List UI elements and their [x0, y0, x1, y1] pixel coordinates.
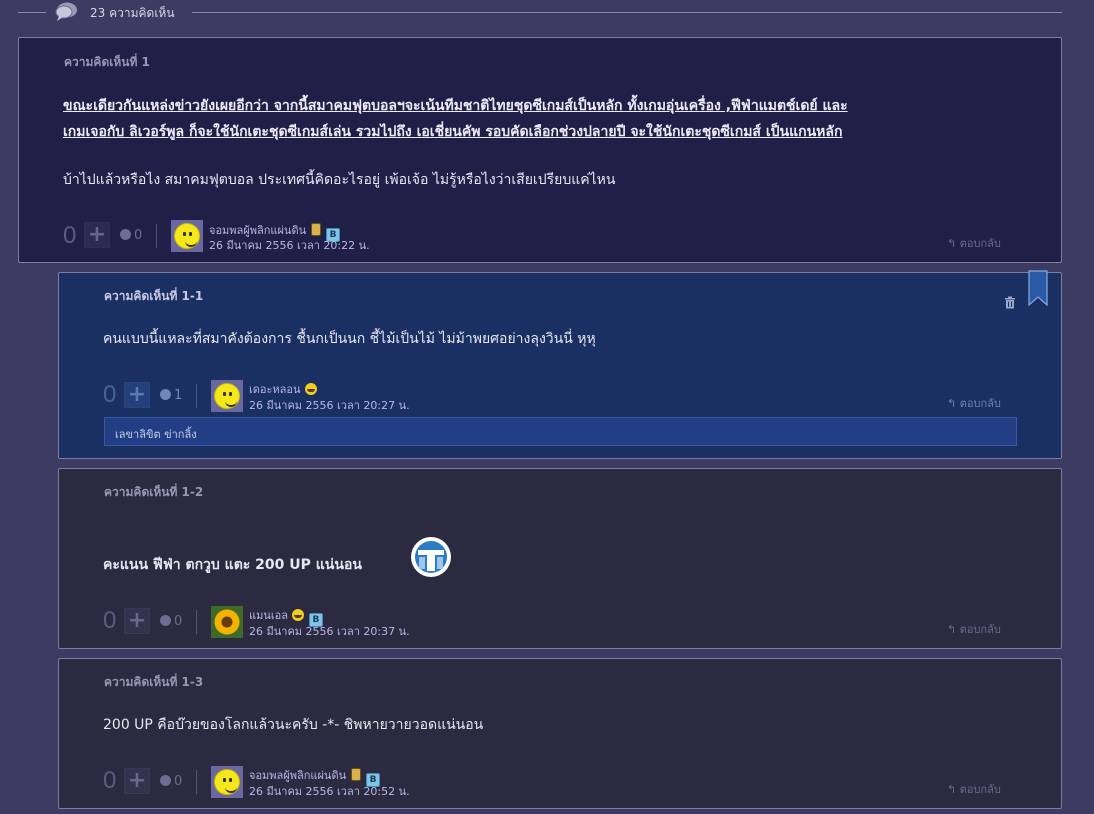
- emotion-face-icon: [160, 775, 171, 786]
- comment-text: บ้าไปแล้วหรือไง สมาคมฟุตบอล ประเทศนี้คิด…: [63, 172, 616, 188]
- plus-vote-button[interactable]: +: [124, 382, 150, 408]
- emotion-vote-button[interactable]: 1: [160, 388, 182, 403]
- reply-card: ความคิดเห็นที่ 1-1 คนแบบนี้แหละที่สมาคัง…: [58, 272, 1062, 459]
- plus-vote-button[interactable]: +: [124, 768, 150, 794]
- user-name-link[interactable]: จอมพลผู้พลิกแผ่นดิน: [249, 769, 346, 782]
- emotion-vote-button[interactable]: 0: [120, 228, 142, 243]
- emotion-vote-count: 0: [174, 774, 183, 789]
- emotion-vote-button[interactable]: 0: [160, 774, 182, 789]
- comment-date: 26 มีนาคม 2556 เวลา 20:37 น.: [249, 625, 410, 638]
- avatar[interactable]: [211, 766, 243, 798]
- comment-date: 26 มีนาคม 2556 เวลา 20:52 น.: [249, 785, 410, 798]
- comment-card: ความคิดเห็นที่ 1 ขณะเดียวกันแหล่งข่าวยัง…: [18, 37, 1062, 263]
- reply-icon: ↰: [947, 783, 957, 796]
- comment-label: ความคิดเห็นที่ 1: [64, 55, 150, 69]
- reply-button[interactable]: ↰ ตอบกลับ: [947, 394, 1001, 412]
- comment-quote-line: เกมเจอกับ ลิเวอร์พูล ก็จะใช้นักเตะชุดซีเ…: [63, 124, 843, 140]
- comment-count: 23 ความคิดเห็น: [90, 6, 175, 20]
- laughing-emoji-icon: [304, 383, 317, 395]
- reply-card: ความคิดเห็นที่ 1-3 200 UP คือบ๊วยของโลกแ…: [58, 658, 1062, 809]
- reply-label: ตอบกลับ: [959, 397, 1001, 410]
- vote-divider: [196, 770, 197, 794]
- phone-badge-icon: [311, 223, 322, 236]
- comment-text: 200 UP คือบ๊วยของโลกแล้วนะครับ -*- ชิพหา…: [103, 717, 484, 733]
- comment-date: 26 มีนาคม 2556 เวลา 20:27 น.: [249, 399, 410, 412]
- vote-divider: [196, 610, 197, 634]
- vote-count: 0: [63, 222, 77, 249]
- user-name-link[interactable]: เดอะหลอน: [249, 383, 301, 396]
- emotion-vote-count: 1: [174, 388, 183, 403]
- comment-label: ความคิดเห็นที่ 1-2: [104, 485, 204, 499]
- comments-header: 23 ความคิดเห็น: [0, 0, 1094, 26]
- emotion-vote-count: 0: [174, 614, 183, 629]
- trash-icon[interactable]: [1004, 296, 1016, 309]
- phone-badge-icon: [351, 768, 362, 781]
- reply-icon: ↰: [947, 397, 957, 410]
- sub-reply-text: เลขาลิขิต ข่ากลิ้ง: [115, 428, 197, 441]
- reply-label: ตอบกลับ: [959, 623, 1001, 636]
- reply-icon: ↰: [947, 623, 957, 636]
- plus-vote-button[interactable]: +: [84, 222, 110, 248]
- reply-icon: ↰: [947, 237, 957, 250]
- header-divider-right: [192, 12, 1062, 13]
- bookmark-icon[interactable]: [1028, 270, 1048, 306]
- comment-label: ความคิดเห็นที่ 1-1: [104, 289, 204, 303]
- vote-count: 0: [103, 607, 117, 634]
- comment-text: คะแนน ฟีฟ่า ตกวูบ แตะ 200 UP แน่นอน: [103, 557, 362, 573]
- reply-card: ความคิดเห็นที่ 1-2 คะแนน ฟีฟ่า ตกวูบ แตะ…: [58, 468, 1062, 649]
- reply-label: ตอบกลับ: [959, 237, 1001, 250]
- emotion-face-icon: [120, 229, 131, 240]
- plus-vote-button[interactable]: +: [124, 608, 150, 634]
- reply-label: ตอบกลับ: [959, 783, 1001, 796]
- circle-logo-icon: [411, 537, 451, 577]
- emotion-face-icon: [160, 389, 171, 400]
- sub-reply-box[interactable]: เลขาลิขิต ข่ากลิ้ง: [104, 417, 1017, 446]
- sunflower-icon: [213, 608, 241, 636]
- comment-date: 26 มีนาคม 2556 เวลา 20:22 น.: [209, 239, 370, 252]
- emotion-vote-button[interactable]: 0: [160, 614, 182, 629]
- emotion-vote-count: 0: [134, 228, 143, 243]
- reply-button[interactable]: ↰ ตอบกลับ: [947, 620, 1001, 638]
- user-name-link[interactable]: แมนเอล: [249, 609, 288, 622]
- reply-button[interactable]: ↰ ตอบกลับ: [947, 234, 1001, 252]
- vote-count: 0: [103, 767, 117, 794]
- vote-divider: [156, 224, 157, 248]
- reply-button[interactable]: ↰ ตอบกลับ: [947, 780, 1001, 798]
- header-divider-left: [18, 12, 46, 13]
- comment-text: คนแบบนี้แหละที่สมาคังต้องการ ชื้นกเป็นนก…: [103, 331, 596, 347]
- avatar[interactable]: [211, 380, 243, 412]
- speech-bubble-icon: [55, 2, 77, 21]
- comment-quote-line: ขณะเดียวกันแหล่งข่าวยังเผยอีกว่า จากนี้ส…: [63, 98, 848, 114]
- avatar[interactable]: [211, 606, 243, 638]
- laughing-emoji-icon: [291, 609, 304, 621]
- emotion-face-icon: [160, 615, 171, 626]
- vote-divider: [196, 384, 197, 408]
- avatar[interactable]: [171, 220, 203, 252]
- comment-label: ความคิดเห็นที่ 1-3: [104, 675, 204, 689]
- vote-count: 0: [103, 381, 117, 408]
